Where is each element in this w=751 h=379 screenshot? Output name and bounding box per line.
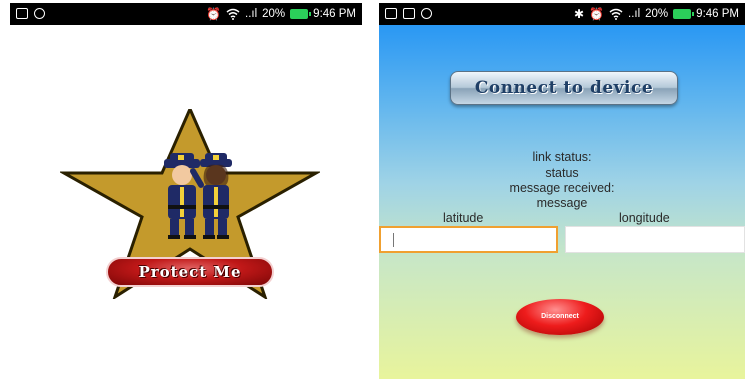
link-status-label: link status:	[532, 150, 592, 164]
clock: 9:46 PM	[696, 8, 739, 20]
alarm-icon: ⏰	[589, 7, 604, 21]
connect-to-device-button[interactable]: Connect to device	[450, 71, 678, 105]
battery-icon	[290, 9, 312, 19]
latitude-label: latitude	[443, 211, 484, 225]
message-value: message	[536, 196, 588, 210]
notification-icon	[16, 8, 28, 19]
alarm-icon: ⏰	[206, 7, 221, 21]
signal-icon: ..ıl	[245, 8, 258, 20]
battery-percent: 20%	[645, 8, 669, 20]
status-bar: ✱ ⏰ ..ıl 20% 9:46 PM	[379, 3, 745, 25]
message-received-label: message received:	[509, 181, 615, 195]
signal-icon: ..ıl	[628, 8, 641, 20]
longitude-label: longitude	[619, 211, 670, 225]
text-cursor	[393, 233, 394, 247]
longitude-field[interactable]	[565, 226, 745, 253]
app-name-badge: Protect Me	[106, 257, 274, 287]
link-status-value: status	[545, 166, 579, 180]
bluetooth-icon: ✱	[573, 7, 585, 21]
notification-icon	[403, 8, 415, 19]
wifi-icon	[226, 8, 240, 20]
notification-icon	[421, 8, 432, 19]
battery-percent: 20%	[262, 8, 286, 20]
connect-screen: ✱ ⏰ ..ıl 20% 9:46 PM Connect to device l…	[379, 3, 745, 379]
wifi-icon	[609, 8, 623, 20]
battery-icon	[673, 9, 695, 19]
disconnect-button[interactable]: Disconnect	[516, 299, 604, 335]
notification-icon	[34, 8, 45, 19]
clock: 9:46 PM	[313, 8, 356, 20]
splash-screen: ⏰ ..ıl 20% 9:46 PM Protect Me	[10, 3, 362, 372]
status-bar: ⏰ ..ıl 20% 9:46 PM	[10, 3, 362, 25]
latitude-field[interactable]	[379, 226, 558, 253]
notification-icon	[385, 8, 397, 19]
